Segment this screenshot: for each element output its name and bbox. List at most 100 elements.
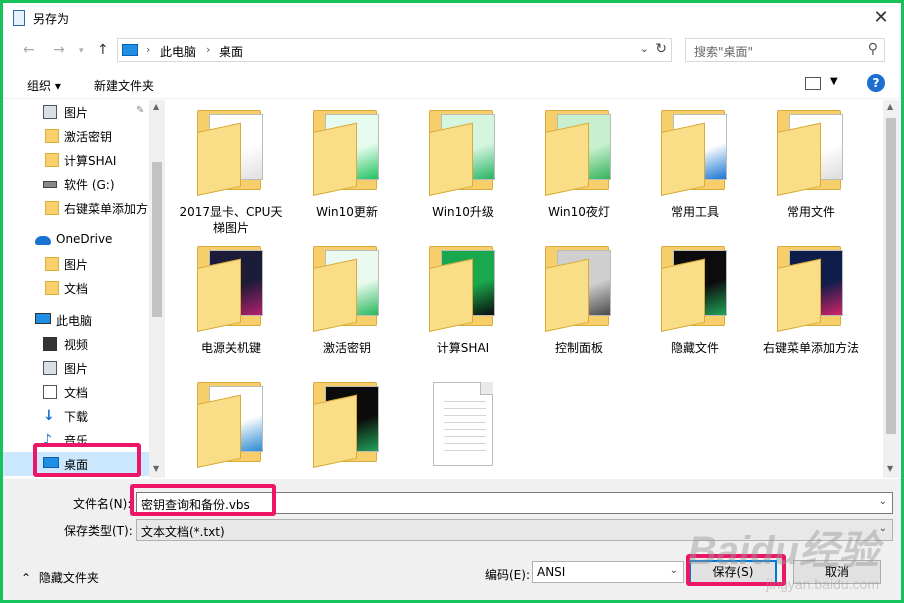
file-name-label: 控制面板 [554,341,603,355]
refresh-icon[interactable]: ↻ [655,41,667,57]
file-name-label: 激活密钥 [322,341,371,355]
folder-item[interactable]: 计算SHAI [407,236,519,366]
search-input[interactable]: 搜索"桌面" ⚲ [685,38,885,62]
sidebar-item-desktop[interactable]: 桌面 [3,452,153,476]
sidebar-item-context-menu-method[interactable]: 右键菜单添加方法 [3,196,160,220]
sidebar-item-documents[interactable]: 文档 [3,380,153,404]
organize-button[interactable]: 组织 ▾ [27,77,61,94]
sidebar-item-label: 文档 [64,282,89,296]
scrollbar-thumb[interactable] [886,118,896,434]
file-list-scrollbar[interactable]: ▲ ▼ [883,100,899,478]
sidebar-item-software-drive[interactable]: 软件 (G:) [3,172,153,196]
recent-locations-chevron-icon[interactable]: ▾ [79,46,84,56]
folder-item[interactable]: 常用工具 [639,100,751,230]
folder-item[interactable]: 电源关机键 [175,236,287,366]
music-icon: ♪ [43,432,52,448]
folder-item[interactable]: Win10升级 [407,100,519,230]
chevron-down-icon[interactable]: ⌄ [640,42,649,55]
sidebar-item-onedrive-documents[interactable]: 文档 [3,276,153,300]
help-icon[interactable]: ? [867,74,885,92]
notepad-icon [13,10,25,26]
sidebar-item-label: 激活密钥 [64,130,113,144]
hide-folders-button[interactable]: ⌃ 隐藏文件夹 [21,569,99,586]
folder-icon [45,201,59,215]
folder-icon [429,110,499,200]
up-arrow-icon[interactable]: ↑ [97,42,109,58]
sidebar-item-label: 视频 [64,338,89,352]
breadcrumb-this-pc[interactable]: 此电脑 [160,43,196,60]
chevron-down-icon[interactable]: ⌄ [879,523,887,534]
sidebar-item-videos[interactable]: 视频 [3,332,153,356]
document-icon [43,385,57,399]
folder-item[interactable]: Win10更新 [291,100,403,230]
scroll-down-icon[interactable]: ▼ [887,464,893,473]
sidebar-item-downloads[interactable]: ↓ 下载 [3,404,153,428]
search-icon[interactable]: ⚲ [868,41,878,57]
folder-icon [777,110,847,200]
baidu-watermark: Baidu经验 jingyan.baidu.com [688,518,879,592]
close-icon[interactable]: ✕ [869,6,893,30]
address-bar[interactable]: › 此电脑 › 桌面 ⌄ ↻ [117,38,672,62]
folder-icon [197,110,267,200]
folder-item[interactable]: 2017显卡、CPU天梯图片 [175,100,287,235]
drive-icon [43,181,57,188]
chevron-up-icon: ⌃ [21,571,32,585]
filename-input[interactable]: 密钥查询和备份.vbs ⌄ [136,492,893,514]
folder-icon [545,110,615,200]
sidebar-item-music[interactable]: ♪ 音乐 [3,428,153,452]
encoding-select[interactable]: ANSI ⌄ [532,561,684,583]
sidebar-item-pictures[interactable]: 图片 ✎ [3,100,153,124]
file-item[interactable] [407,372,519,478]
breadcrumb-desktop[interactable]: 桌面 [219,43,243,60]
file-name-label: 计算SHAI [436,341,490,355]
file-name-label: 常用文件 [786,205,835,219]
chevron-down-icon[interactable]: ⌄ [670,565,678,576]
chevron-right-icon[interactable]: › [206,43,210,56]
back-arrow-icon[interactable]: ← [23,42,35,58]
sidebar-scrollbar[interactable]: ▲ ▼ [149,100,165,478]
scrollbar-thumb[interactable] [152,162,162,317]
hide-folders-label: 隐藏文件夹 [38,571,99,585]
folder-icon [45,281,59,295]
folder-item[interactable] [175,372,287,478]
video-icon [43,337,57,351]
chevron-right-icon[interactable]: › [146,43,150,56]
chevron-down-icon[interactable]: ▼ [830,76,838,87]
sidebar-item-pc-pictures[interactable]: 图片 [3,356,153,380]
folder-item[interactable]: 常用文件 [755,100,867,230]
folder-item[interactable] [291,372,403,478]
sidebar-item-activation-key[interactable]: 激活密钥 [3,124,153,148]
pin-icon[interactable]: ✎ [136,105,144,116]
sidebar-item-onedrive-pictures[interactable]: 图片 [3,252,153,276]
sidebar-item-label: 文档 [64,386,89,400]
file-name-label: 电源关机键 [200,341,261,355]
sidebar-item-this-pc[interactable]: 此电脑 [3,308,153,332]
sidebar-item-label: 图片 [64,362,89,376]
folder-item[interactable]: 激活密钥 [291,236,403,366]
forward-arrow-icon[interactable]: → [53,42,65,58]
scroll-up-icon[interactable]: ▲ [153,102,159,111]
file-type-value: 文本文档(*.txt) [141,525,225,539]
baidu-logo: Baidu经验 [687,529,879,573]
view-options-icon[interactable] [805,77,821,90]
sidebar-item-onedrive[interactable]: OneDrive [3,228,153,252]
folder-item[interactable]: 控制面板 [523,236,635,366]
file-name-label: Win10更新 [316,205,378,219]
folder-item[interactable]: 隐藏文件 [639,236,751,366]
folder-item[interactable]: 右键菜单添加方法 [755,236,867,366]
chevron-down-icon[interactable]: ⌄ [879,496,887,507]
scroll-down-icon[interactable]: ▼ [153,464,159,473]
text-document-icon [429,382,499,472]
folder-item[interactable]: Win10夜灯 [523,100,635,230]
file-name-label: 常用工具 [670,205,719,219]
scroll-up-icon[interactable]: ▲ [887,102,893,111]
folder-icon [661,110,731,200]
search-placeholder: 搜索"桌面" [694,45,754,59]
folder-icon [429,246,499,336]
new-folder-button[interactable]: 新建文件夹 [94,77,154,94]
folder-icon [661,246,731,336]
folder-icon [545,246,615,336]
folder-icon [197,382,267,472]
pc-icon [122,44,138,56]
sidebar-item-compute-shai[interactable]: 计算SHAI [3,148,153,172]
